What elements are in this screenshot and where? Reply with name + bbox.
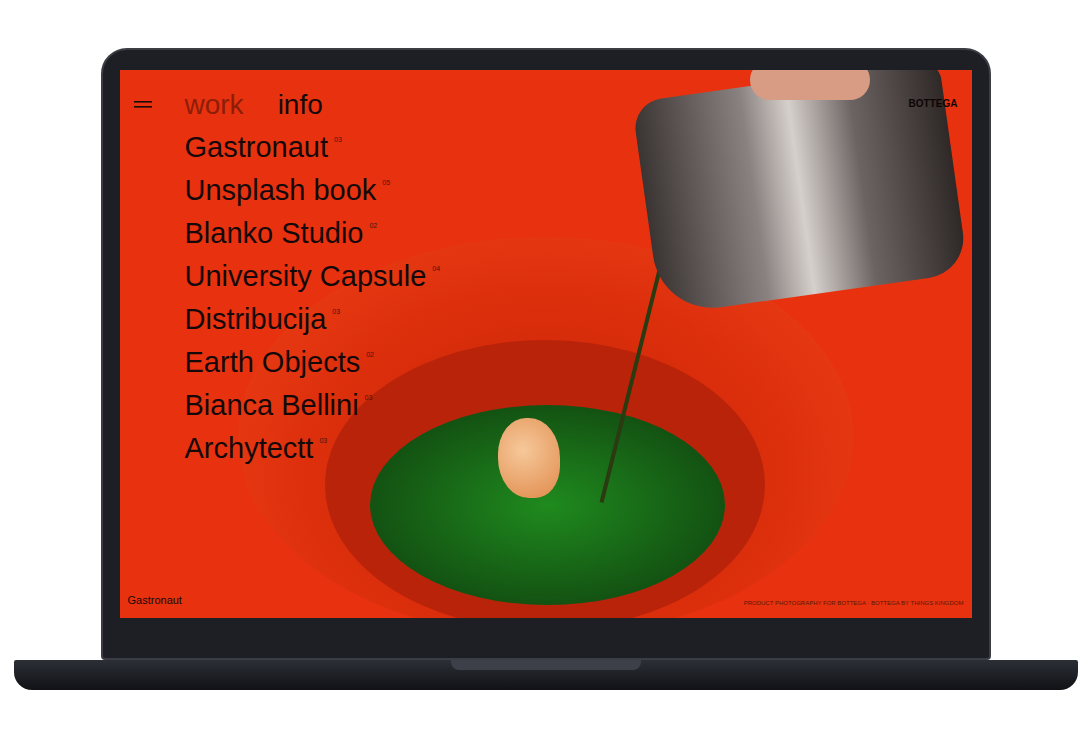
nav-tabs: work info — [185, 88, 323, 122]
site: work info BOTTEGA Gastronaut 03 Unsplash book… — [120, 70, 972, 618]
project-item[interactable]: Gastronaut 03 — [185, 126, 964, 169]
laptop-base — [14, 660, 1078, 690]
project-name[interactable]: Archytectt — [185, 427, 314, 470]
photo-credit: PRODUCT PHOTOGRAPHY FOR BOTTEGA · BOTTEG… — [744, 600, 964, 606]
nav-tab[interactable]: info — [278, 88, 323, 122]
hamburger-icon[interactable] — [134, 100, 152, 110]
project-list: Gastronaut 03 Unsplash book 05 Blanko Studio… — [185, 126, 964, 470]
hand — [750, 70, 870, 100]
project-name[interactable]: University Capsule — [185, 255, 427, 298]
project-count: 04 — [432, 265, 440, 272]
laptop-notch — [451, 660, 641, 670]
project-item[interactable]: Bianca Bellini 03 — [185, 384, 964, 427]
nav-tab[interactable]: work — [185, 88, 244, 122]
shrimp — [498, 418, 560, 498]
project-count: 03 — [334, 136, 342, 143]
project-count: 03 — [319, 437, 327, 444]
project-item[interactable]: Earth Objects 02 — [185, 341, 964, 384]
page: work info BOTTEGA Gastronaut 03 Unsplash book… — [0, 0, 1091, 738]
project-item[interactable]: Distribucija 03 — [185, 298, 964, 341]
project-name[interactable]: Distribucija — [185, 298, 327, 341]
project-count: 03 — [365, 394, 373, 401]
project-count: 02 — [366, 351, 374, 358]
laptop-mockup: work info BOTTEGA Gastronaut 03 Unsplash book… — [14, 48, 1078, 738]
site-footer: GastronautPRODUCT PHOTOGRAPHY FOR BOTTEG… — [134, 594, 964, 606]
project-count: 03 — [332, 308, 340, 315]
project-name[interactable]: Earth Objects — [185, 341, 361, 384]
project-item[interactable]: Archytectt 03 — [185, 427, 964, 470]
site-header: work info BOTTEGA — [134, 88, 964, 122]
project-name[interactable]: Bianca Bellini — [185, 384, 359, 427]
project-name[interactable]: Unsplash book — [185, 169, 377, 212]
project-name[interactable]: Gastronaut — [185, 126, 328, 169]
project-caption: Gastronaut — [128, 594, 182, 606]
screen: work info BOTTEGA Gastronaut 03 Unsplash book… — [120, 70, 972, 618]
project-count: 02 — [369, 222, 377, 229]
project-item[interactable]: Unsplash book 05 — [185, 169, 964, 212]
project-item[interactable]: Blanko Studio 02 — [185, 212, 964, 255]
project-count: 05 — [382, 179, 390, 186]
laptop-lid: work info BOTTEGA Gastronaut 03 Unsplash book… — [101, 48, 991, 660]
project-name[interactable]: Blanko Studio — [185, 212, 364, 255]
project-item[interactable]: University Capsule 04 — [185, 255, 964, 298]
bottega-logo[interactable]: BOTTEGA — [903, 94, 964, 113]
